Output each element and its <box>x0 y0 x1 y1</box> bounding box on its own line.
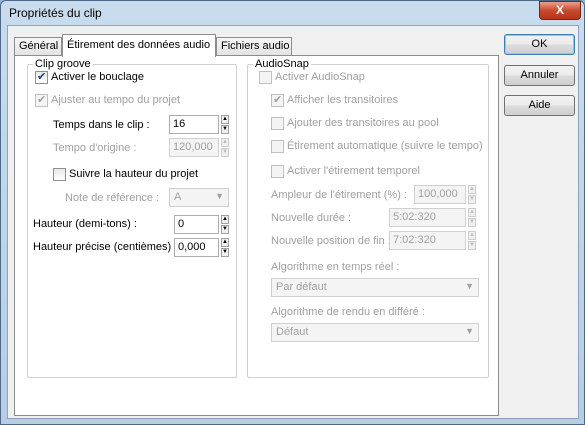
time-in-clip-input[interactable]: 16 <box>169 115 219 134</box>
spin-up-icon[interactable]: ▲ <box>221 115 229 124</box>
realtime-algo-select[interactable]: Par défaut ▼ <box>271 278 479 297</box>
new-end-spinner[interactable]: ▲ ▼ <box>468 231 476 250</box>
title-bar[interactable]: Propriétés du clip X <box>1 1 584 25</box>
audiosnap-enable-label: Activer AudioSnap <box>275 71 365 83</box>
spin-up-icon[interactable]: ▲ <box>221 138 229 147</box>
offline-algo-label: Algorithme de rendu en différé : <box>271 306 425 318</box>
spin-down-icon[interactable]: ▼ <box>221 148 229 157</box>
follow-pitch-label: Suivre la hauteur du projet <box>69 168 199 180</box>
show-transients-checkbox[interactable] <box>271 93 284 107</box>
cancel-button[interactable]: Annuler <box>504 65 575 86</box>
follow-pitch-checkbox[interactable] <box>53 168 66 181</box>
realtime-algo-label: Algorithme en temps réel : <box>271 261 400 273</box>
audiosnap-enable-checkbox[interactable] <box>259 71 272 84</box>
spin-down-icon[interactable]: ▼ <box>221 225 229 234</box>
loop-checkbox[interactable] <box>35 70 48 84</box>
clip-properties-dialog: Propriétés du clip X Général Étirement d… <box>0 0 585 425</box>
original-tempo-input[interactable]: 120,000 <box>169 138 219 157</box>
reference-note-label: Note de référence : <box>65 192 160 204</box>
original-tempo-spinner[interactable]: ▲ ▼ <box>221 138 229 157</box>
temporal-stretch-label: Activer l'étirement temporel <box>287 165 420 177</box>
spin-up-icon[interactable]: ▲ <box>468 208 476 217</box>
new-duration-input[interactable]: 5:02:320 <box>389 208 466 227</box>
spin-up-icon[interactable]: ▲ <box>221 238 229 247</box>
new-end-input[interactable]: 7:02:320 <box>389 231 466 250</box>
window-title: Propriétés du clip <box>9 6 102 20</box>
spin-down-icon[interactable]: ▼ <box>468 195 476 204</box>
dialog-body: Général Étirement des données audio Fich… <box>7 25 579 419</box>
new-duration-spinner[interactable]: ▲ ▼ <box>468 208 476 227</box>
stretch-amount-spinner[interactable]: ▲ ▼ <box>468 185 476 204</box>
stretch-amount-label: Ampleur de l'étirement (%) : <box>271 189 407 201</box>
time-in-clip-spinner[interactable]: ▲ ▼ <box>221 115 229 134</box>
spin-up-icon[interactable]: ▲ <box>468 185 476 194</box>
new-duration-label: Nouvelle durée : <box>271 212 352 224</box>
fine-pitch-label: Hauteur précise (centièmes) : <box>33 241 178 253</box>
reference-note-select[interactable]: A ▼ <box>169 188 229 207</box>
close-button[interactable]: X <box>539 1 581 20</box>
spin-down-icon[interactable]: ▼ <box>468 241 476 250</box>
chevron-down-icon: ▼ <box>465 326 474 336</box>
new-end-label: Nouvelle position de fin : <box>271 235 391 247</box>
fine-pitch-input[interactable]: 0,000 <box>174 238 219 257</box>
clip-groove-label: Clip groove <box>33 58 93 70</box>
tab-audio-files[interactable]: Fichiers audio <box>216 37 292 56</box>
auto-stretch-label: Étirement automatique (suivre le tempo) <box>287 140 483 152</box>
chevron-down-icon: ▼ <box>465 281 474 291</box>
auto-stretch-checkbox[interactable] <box>271 140 284 153</box>
realtime-algo-value: Par défaut <box>276 281 327 293</box>
spin-up-icon[interactable]: ▲ <box>221 215 229 224</box>
ok-button[interactable]: OK <box>504 34 575 55</box>
spin-down-icon[interactable]: ▼ <box>221 248 229 257</box>
reference-note-value: A <box>174 191 182 203</box>
adjust-tempo-checkbox[interactable] <box>35 93 48 107</box>
fine-pitch-spinner[interactable]: ▲ ▼ <box>221 238 229 257</box>
time-in-clip-label: Temps dans le clip : <box>53 119 150 131</box>
offline-algo-select[interactable]: Défaut ▼ <box>271 323 479 342</box>
spin-down-icon[interactable]: ▼ <box>221 125 229 134</box>
adjust-tempo-label: Ajuster au tempo du projet <box>51 94 181 106</box>
spin-down-icon[interactable]: ▼ <box>468 218 476 227</box>
audio-stretch-panel: Clip groove Activer le bouclage Ajuster … <box>14 55 499 416</box>
help-button[interactable]: Aide <box>504 95 575 116</box>
stretch-amount-input[interactable]: 100,000 <box>414 185 466 204</box>
pitch-spinner[interactable]: ▲ ▼ <box>221 215 229 234</box>
pitch-input[interactable]: 0 <box>174 215 219 234</box>
spin-up-icon[interactable]: ▲ <box>468 231 476 240</box>
loop-label: Activer le bouclage <box>51 71 144 83</box>
offline-algo-value: Défaut <box>276 326 309 338</box>
temporal-stretch-checkbox[interactable] <box>271 165 284 178</box>
tab-general[interactable]: Général <box>14 37 62 56</box>
audiosnap-label: AudioSnap <box>253 58 311 70</box>
add-to-pool-label: Ajouter des transitoires au pool <box>287 117 439 129</box>
pitch-label: Hauteur (demi-tons) : <box>33 218 137 230</box>
tab-audio-stretch[interactable]: Étirement des données audio <box>62 34 216 57</box>
show-transients-label: Afficher les transitoires <box>287 94 399 106</box>
add-to-pool-checkbox[interactable] <box>271 117 284 130</box>
original-tempo-label: Tempo d'origine : <box>53 142 137 154</box>
chevron-down-icon: ▼ <box>215 191 224 201</box>
